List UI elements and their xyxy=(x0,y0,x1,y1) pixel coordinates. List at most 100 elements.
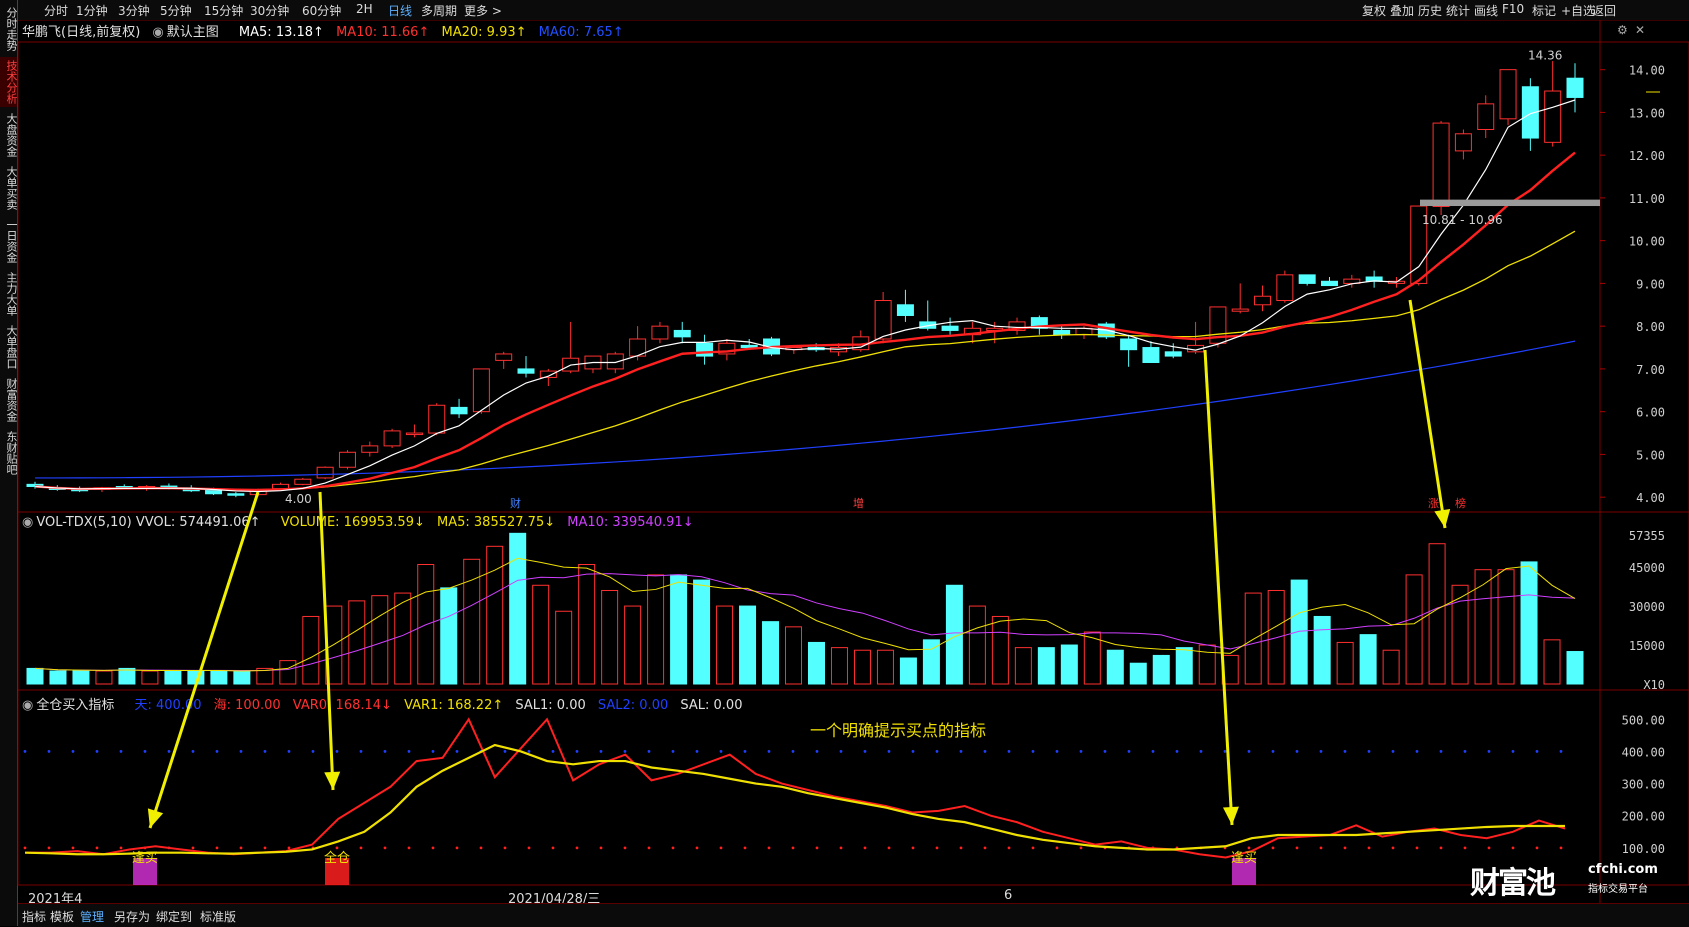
dot-400 xyxy=(1175,750,1179,753)
candle-body xyxy=(472,368,490,413)
dot-400 xyxy=(1079,750,1083,753)
footer-item-2[interactable]: 管理 xyxy=(80,908,104,925)
dot-400 xyxy=(1319,750,1323,753)
ma20-line xyxy=(34,230,1576,491)
volume-bar xyxy=(1267,589,1285,685)
price-tick-label: 13.00 xyxy=(1629,106,1665,120)
footer-item-5[interactable]: 标准版 xyxy=(200,908,236,925)
dot-400 xyxy=(551,750,555,753)
dot-400 xyxy=(95,750,99,753)
arrow-1-head xyxy=(147,808,164,828)
dot-400 xyxy=(599,750,603,753)
dot-400 xyxy=(767,750,771,753)
dot-100 xyxy=(839,846,843,850)
candle-body xyxy=(1231,308,1249,312)
candle-body xyxy=(361,445,379,453)
volume-bar xyxy=(233,670,251,685)
footer-item-4[interactable]: 绑定到 xyxy=(156,908,192,925)
price-tick-label: 14.00 xyxy=(1629,64,1665,78)
candle-body xyxy=(1276,274,1294,302)
volume-bar xyxy=(1014,647,1032,685)
dot-100 xyxy=(287,846,291,850)
dot-100 xyxy=(1007,846,1011,850)
dot-100 xyxy=(1343,846,1347,850)
dot-100 xyxy=(647,846,651,850)
dot-400 xyxy=(215,750,219,753)
candle-body xyxy=(316,466,334,479)
candle-body xyxy=(1254,295,1272,306)
dot-100 xyxy=(23,846,27,850)
dot-400 xyxy=(647,750,651,753)
dot-400 xyxy=(383,750,387,753)
dot-100 xyxy=(335,846,339,850)
dot-400 xyxy=(983,750,987,753)
indicator-tick-label: 200.00 xyxy=(1622,810,1665,824)
dot-400 xyxy=(1439,750,1443,753)
dot-100 xyxy=(575,846,579,850)
volume-bar xyxy=(899,657,917,685)
dot-400 xyxy=(1343,750,1347,753)
volume-bar xyxy=(1244,592,1262,685)
volume-bar xyxy=(95,670,113,685)
volume-bar xyxy=(1359,634,1377,685)
footer-item-1[interactable]: 模板 xyxy=(50,908,74,925)
volume-tick-label: 30000 xyxy=(1629,600,1665,614)
dot-100 xyxy=(1511,846,1515,850)
stock-chart[interactable]: 4.00 5.00 6.00 7.00 8.00 9.00 10.00 11.00 12.00 1… xyxy=(0,0,1689,926)
price-tick-label: 5.00 xyxy=(1636,448,1665,462)
volume-bar xyxy=(509,532,527,685)
indicator-tick-label: 400.00 xyxy=(1622,745,1665,759)
footer-item-3[interactable]: 另存为 xyxy=(114,908,150,925)
candle-body xyxy=(383,430,401,447)
dot-100 xyxy=(959,846,963,850)
marker-zhang: 涨 xyxy=(1428,497,1439,510)
dot-100 xyxy=(623,846,627,850)
candle-body xyxy=(1432,122,1450,207)
dot-400 xyxy=(1367,750,1371,753)
volume-bar xyxy=(1336,641,1354,685)
dot-100 xyxy=(935,846,939,850)
dot-100 xyxy=(71,846,75,850)
dot-400 xyxy=(863,750,867,753)
footer-item-0[interactable]: 指标 xyxy=(22,908,46,925)
dot-100 xyxy=(1487,846,1491,850)
signal-label: 逢买 xyxy=(132,851,158,866)
volume-bar xyxy=(853,649,871,685)
candle-body xyxy=(517,368,535,374)
dot-400 xyxy=(23,750,27,753)
volume-bar xyxy=(1198,644,1216,685)
dot-400 xyxy=(935,750,939,753)
dot-100 xyxy=(479,846,483,850)
volume-bar xyxy=(164,670,182,685)
dot-100 xyxy=(215,846,219,850)
dot-400 xyxy=(359,750,363,753)
price-band xyxy=(1420,199,1600,207)
dot-400 xyxy=(1127,750,1131,753)
price-tick-label: 8.00 xyxy=(1636,320,1665,334)
volume-bar xyxy=(279,660,297,685)
volume-bar xyxy=(118,667,136,685)
candle-body xyxy=(405,432,423,436)
indicator-panel-frame xyxy=(17,689,1689,886)
volume-bar xyxy=(716,605,734,685)
dot-400 xyxy=(791,750,795,753)
ma60-line xyxy=(34,340,1576,479)
dot-400 xyxy=(1463,750,1467,753)
dot-100 xyxy=(599,846,603,850)
volume-bar xyxy=(807,641,825,685)
volume-bar xyxy=(1060,644,1078,685)
volume-bar xyxy=(141,670,159,685)
indicator-tick-label: 100.00 xyxy=(1622,842,1665,856)
arrow-4-head xyxy=(1434,508,1451,528)
dot-400 xyxy=(1559,750,1563,753)
volume-bar xyxy=(1474,569,1492,685)
dot-100 xyxy=(47,846,51,850)
dot-100 xyxy=(95,846,99,850)
volume-bar xyxy=(830,647,848,685)
volume-bar xyxy=(26,667,44,685)
price-tick-label: 4.00 xyxy=(1636,491,1665,505)
marker-zeng: 增 xyxy=(853,496,864,510)
volume-bar xyxy=(1037,647,1055,685)
volume-bar xyxy=(739,605,757,685)
volume-bar xyxy=(647,574,665,685)
